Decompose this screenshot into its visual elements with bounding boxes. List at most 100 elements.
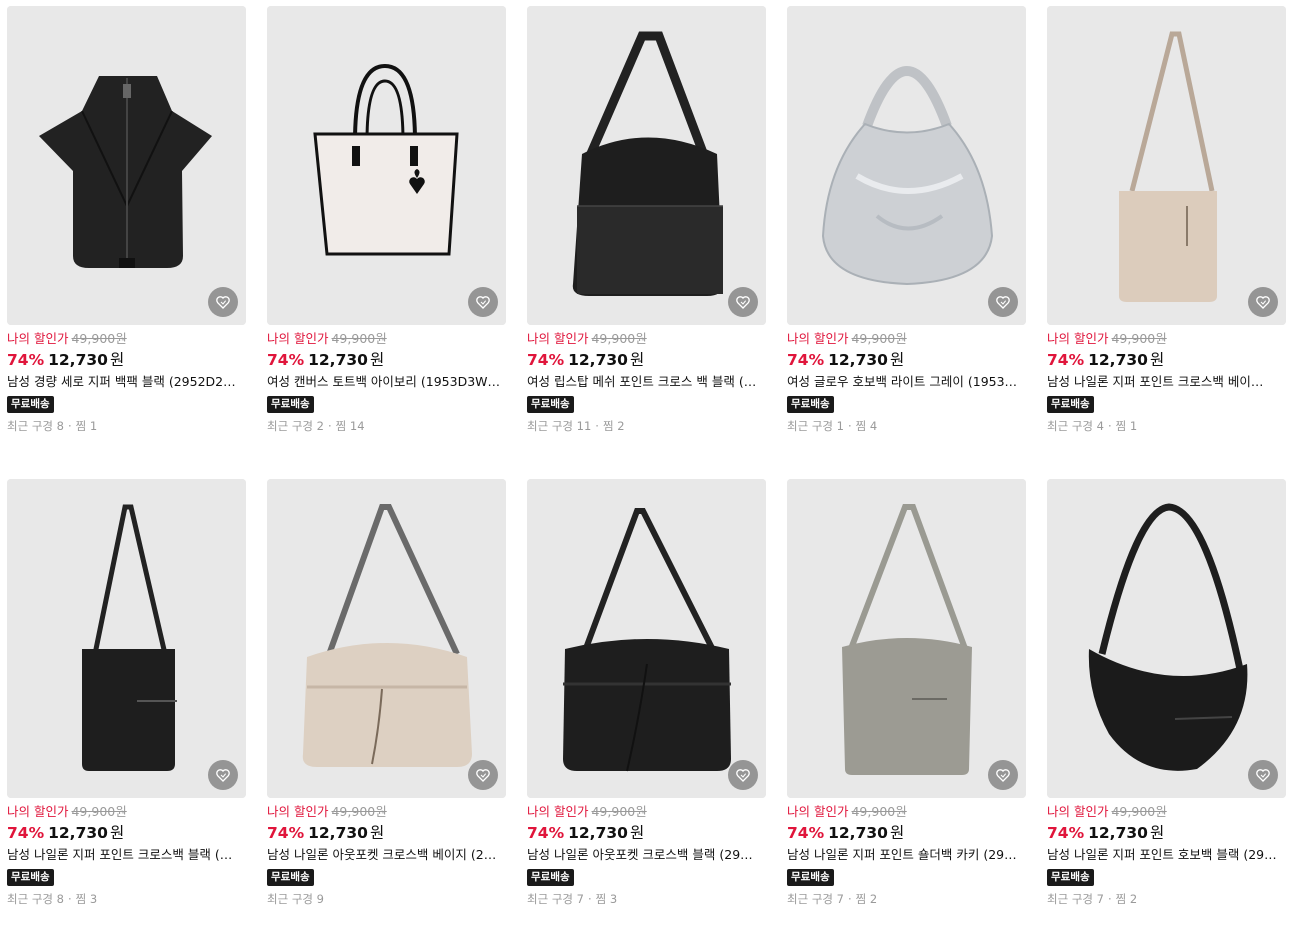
product-name[interactable]: 여성 캔버스 토트백 아이보리 (1953D3W… xyxy=(267,373,506,391)
free-shipping-badge: 무료배송 xyxy=(527,869,574,886)
product-name[interactable]: 여성 글로우 호보백 라이트 그레이 (1953… xyxy=(787,373,1026,391)
product-name[interactable]: 남성 나일론 지퍼 포인트 크로스백 베이… xyxy=(1047,373,1286,391)
product-name[interactable]: 남성 나일론 아웃포켓 크로스백 블랙 (29… xyxy=(527,846,766,864)
wishlist-button[interactable] xyxy=(468,760,498,790)
product-card[interactable]: 나의 할인가 49,900원 74% 12,730 원 남성 경량 세로 지퍼 백팩 … xyxy=(7,6,246,479)
discount-percent: 74% xyxy=(1047,351,1085,369)
black-hobo-bag-image xyxy=(1047,479,1286,798)
currency: 원 xyxy=(369,824,385,842)
sale-price: 12,730 xyxy=(48,824,108,842)
product-image[interactable] xyxy=(1047,479,1286,798)
product-name[interactable]: 남성 나일론 지퍼 포인트 호보백 블랙 (29… xyxy=(1047,846,1286,864)
likes-count: 2 xyxy=(869,892,878,906)
likes-label: 찜 xyxy=(75,892,87,906)
likes-label: 찜 xyxy=(602,419,614,433)
product-info: 나의 할인가 49,900원 74% 12,730 원 여성 캔버스 토트백 아이보리… xyxy=(267,325,506,434)
product-name[interactable]: 남성 경량 세로 지퍼 백팩 블랙 (2952D2W… xyxy=(7,373,246,391)
product-image[interactable] xyxy=(267,479,506,798)
product-name[interactable]: 여성 립스탑 메쉬 포인트 크로스 백 블랙 (… xyxy=(527,373,766,391)
recent-views-label: 최근 구경 xyxy=(267,892,313,906)
product-card[interactable]: 나의 할인가 49,900원 74% 12,730 원 남성 나일론 지퍼 포인트 크… xyxy=(7,479,246,952)
product-info: 나의 할인가 49,900원 74% 12,730 원 남성 나일론 지퍼 포인트 숄… xyxy=(787,798,1026,907)
wishlist-button[interactable] xyxy=(988,287,1018,317)
recent-views-count: 8 xyxy=(56,892,64,906)
discount-label: 나의 할인가 xyxy=(267,804,329,819)
wishlist-button[interactable] xyxy=(728,760,758,790)
price-line: 74% 12,730 원 xyxy=(267,822,506,844)
discount-percent: 74% xyxy=(787,351,825,369)
product-image[interactable] xyxy=(267,6,506,325)
original-price: 49,900원 xyxy=(591,804,647,819)
product-image[interactable] xyxy=(787,479,1026,798)
heart-wishlist-icon xyxy=(216,296,230,309)
wishlist-button[interactable] xyxy=(728,287,758,317)
original-price: 49,900원 xyxy=(591,331,647,346)
product-info: 나의 할인가 49,900원 74% 12,730 원 남성 나일론 아웃포켓 크로스… xyxy=(527,798,766,907)
product-stats: 최근 구경 2 · 찜 14 xyxy=(267,419,365,433)
discount-line: 나의 할인가 49,900원 xyxy=(267,804,506,820)
discount-label: 나의 할인가 xyxy=(7,804,69,819)
product-image[interactable] xyxy=(527,6,766,325)
black-mesh-crossbag-image xyxy=(527,6,766,325)
sale-price: 12,730 xyxy=(308,351,368,369)
likes-label: 찜 xyxy=(75,419,87,433)
original-price: 49,900원 xyxy=(71,331,127,346)
product-image[interactable] xyxy=(527,479,766,798)
recent-views-count: 7 xyxy=(576,892,584,906)
discount-percent: 74% xyxy=(527,351,565,369)
product-name[interactable]: 남성 나일론 아웃포켓 크로스백 베이지 (2… xyxy=(267,846,506,864)
discount-percent: 74% xyxy=(787,824,825,842)
price-line: 74% 12,730 원 xyxy=(527,349,766,371)
original-price: 49,900원 xyxy=(851,331,907,346)
sale-price: 12,730 xyxy=(568,824,628,842)
discount-percent: 74% xyxy=(267,824,305,842)
recent-views-count: 2 xyxy=(316,419,324,433)
wishlist-button[interactable] xyxy=(208,760,238,790)
recent-views-label: 최근 구경 xyxy=(1047,892,1093,906)
product-card[interactable]: 나의 할인가 49,900원 74% 12,730 원 남성 나일론 지퍼 포인트 호… xyxy=(1047,479,1286,952)
recent-views-label: 최근 구경 xyxy=(527,419,573,433)
discount-percent: 74% xyxy=(1047,824,1085,842)
product-name[interactable]: 남성 나일론 지퍼 포인트 크로스백 블랙 (… xyxy=(7,846,246,864)
product-card[interactable]: 나의 할인가 49,900원 74% 12,730 원 여성 캔버스 토트백 아이보리… xyxy=(267,6,506,479)
product-stats: 최근 구경 8 · 찜 3 xyxy=(7,892,98,906)
wishlist-button[interactable] xyxy=(1248,760,1278,790)
sale-price: 12,730 xyxy=(568,351,628,369)
recent-views-label: 최근 구경 xyxy=(787,419,833,433)
discount-label: 나의 할인가 xyxy=(787,804,849,819)
recent-views-count: 9 xyxy=(316,892,324,906)
product-image[interactable] xyxy=(1047,6,1286,325)
product-card[interactable]: 나의 할인가 49,900원 74% 12,730 원 남성 나일론 지퍼 포인트 숄… xyxy=(787,479,1026,952)
price-line: 74% 12,730 원 xyxy=(267,349,506,371)
wishlist-button[interactable] xyxy=(1248,287,1278,317)
likes-label: 찜 xyxy=(335,419,347,433)
sale-price: 12,730 xyxy=(828,351,888,369)
discount-line: 나의 할인가 49,900원 xyxy=(1047,804,1286,820)
product-stats: 최근 구경 8 · 찜 1 xyxy=(7,419,98,433)
product-name[interactable]: 남성 나일론 지퍼 포인트 숄더백 카키 (29… xyxy=(787,846,1026,864)
product-card[interactable]: 나의 할인가 49,900원 74% 12,730 원 여성 립스탑 메쉬 포인트 크… xyxy=(527,6,766,479)
product-image[interactable] xyxy=(7,6,246,325)
free-shipping-badge: 무료배송 xyxy=(1047,869,1094,886)
likes-count: 2 xyxy=(1129,892,1138,906)
free-shipping-badge: 무료배송 xyxy=(787,396,834,413)
product-image[interactable] xyxy=(7,479,246,798)
wishlist-button[interactable] xyxy=(988,760,1018,790)
heart-wishlist-icon xyxy=(216,769,230,782)
product-info: 나의 할인가 49,900원 74% 12,730 원 남성 나일론 지퍼 포인트 크… xyxy=(7,798,246,907)
wishlist-button[interactable] xyxy=(468,287,498,317)
product-card[interactable]: 나의 할인가 49,900원 74% 12,730 원 남성 나일론 아웃포켓 크로스… xyxy=(527,479,766,952)
recent-views-label: 최근 구경 xyxy=(527,892,573,906)
discount-line: 나의 할인가 49,900원 xyxy=(267,331,506,347)
product-image[interactable] xyxy=(787,6,1026,325)
likes-label: 찜 xyxy=(855,892,867,906)
discount-percent: 74% xyxy=(267,351,305,369)
recent-views-label: 최근 구경 xyxy=(7,419,53,433)
discount-label: 나의 할인가 xyxy=(7,331,69,346)
product-info: 나의 할인가 49,900원 74% 12,730 원 남성 나일론 지퍼 포인트 호… xyxy=(1047,798,1286,907)
wishlist-button[interactable] xyxy=(208,287,238,317)
product-card[interactable]: 나의 할인가 49,900원 74% 12,730 원 남성 나일론 아웃포켓 크로스… xyxy=(267,479,506,952)
product-card[interactable]: 나의 할인가 49,900원 74% 12,730 원 남성 나일론 지퍼 포인트 크… xyxy=(1047,6,1286,479)
product-card[interactable]: 나의 할인가 49,900원 74% 12,730 원 여성 글로우 호보백 라이트 … xyxy=(787,6,1026,479)
sale-price: 12,730 xyxy=(48,351,108,369)
